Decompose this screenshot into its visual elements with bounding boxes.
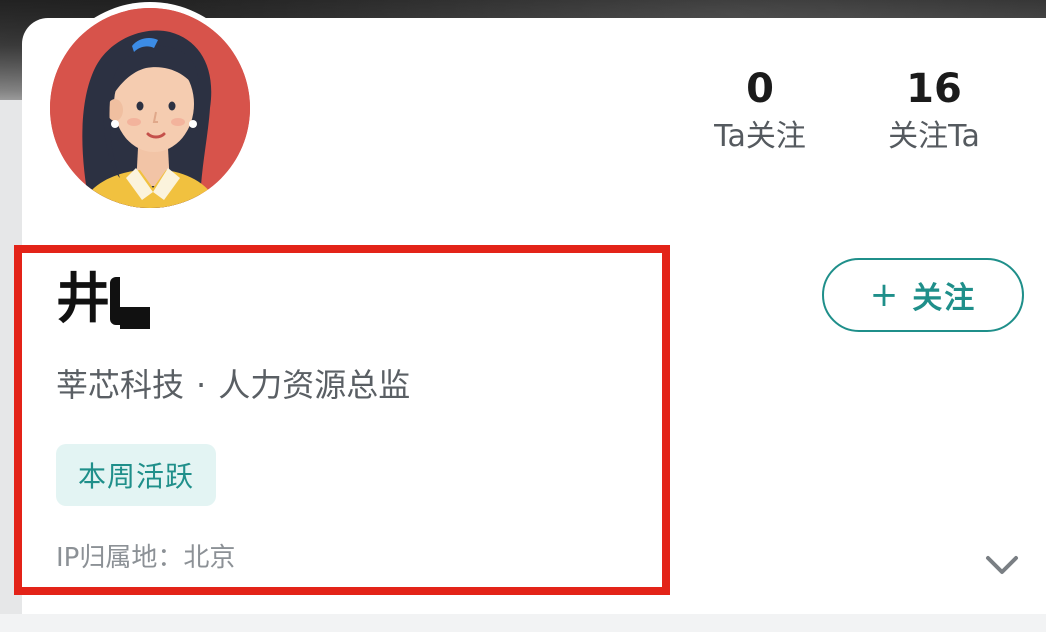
- chevron-down-icon[interactable]: [982, 548, 1022, 582]
- card-bottom-divider: [0, 614, 1046, 632]
- avatar[interactable]: [50, 8, 250, 208]
- followers-stat[interactable]: 16 关注Ta: [864, 64, 1004, 158]
- followers-label: 关注Ta: [888, 119, 980, 154]
- highlight-annotation-box: [14, 245, 670, 595]
- plus-icon: +: [869, 275, 899, 315]
- follow-button[interactable]: + 关注: [822, 258, 1024, 332]
- following-count: 0: [746, 66, 774, 112]
- followers-count: 16: [906, 66, 962, 112]
- following-stat[interactable]: 0 Ta关注: [690, 64, 830, 158]
- following-label: Ta关注: [714, 119, 806, 154]
- avatar-illustration: [50, 8, 250, 208]
- follow-button-label: 关注: [912, 281, 977, 316]
